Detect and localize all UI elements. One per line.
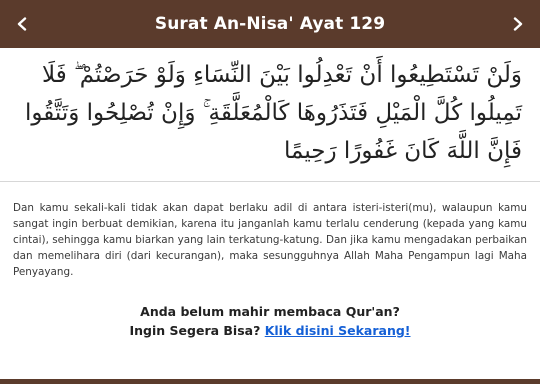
click-here-link[interactable]: Klik disini Sekarang! bbox=[265, 323, 411, 338]
promo-question: Anda belum mahir membaca Qur'an? bbox=[140, 304, 400, 319]
translation-text: Dan kamu sekali-kali tidak akan dapat be… bbox=[13, 202, 527, 278]
chevron-right-icon bbox=[513, 17, 523, 31]
footer-bar bbox=[0, 379, 540, 384]
divider bbox=[0, 181, 540, 182]
header-bar: Surat An-Nisa' Ayat 129 bbox=[0, 0, 540, 48]
prev-ayat-button[interactable] bbox=[2, 0, 42, 48]
promo-line: Ingin Segera Bisa? Klik disini Sekarang! bbox=[0, 321, 540, 340]
arabic-ayat-text: وَلَنْ تَسْتَطِيعُوا أَنْ تَعْدِلُوا بَي… bbox=[25, 62, 522, 164]
promo-prompt: Ingin Segera Bisa? bbox=[129, 323, 261, 338]
chevron-left-icon bbox=[17, 17, 27, 31]
next-ayat-button[interactable] bbox=[498, 0, 538, 48]
learn-quran-promo: Anda belum mahir membaca Qur'an? Ingin S… bbox=[0, 302, 540, 340]
page-title: Surat An-Nisa' Ayat 129 bbox=[154, 14, 386, 34]
